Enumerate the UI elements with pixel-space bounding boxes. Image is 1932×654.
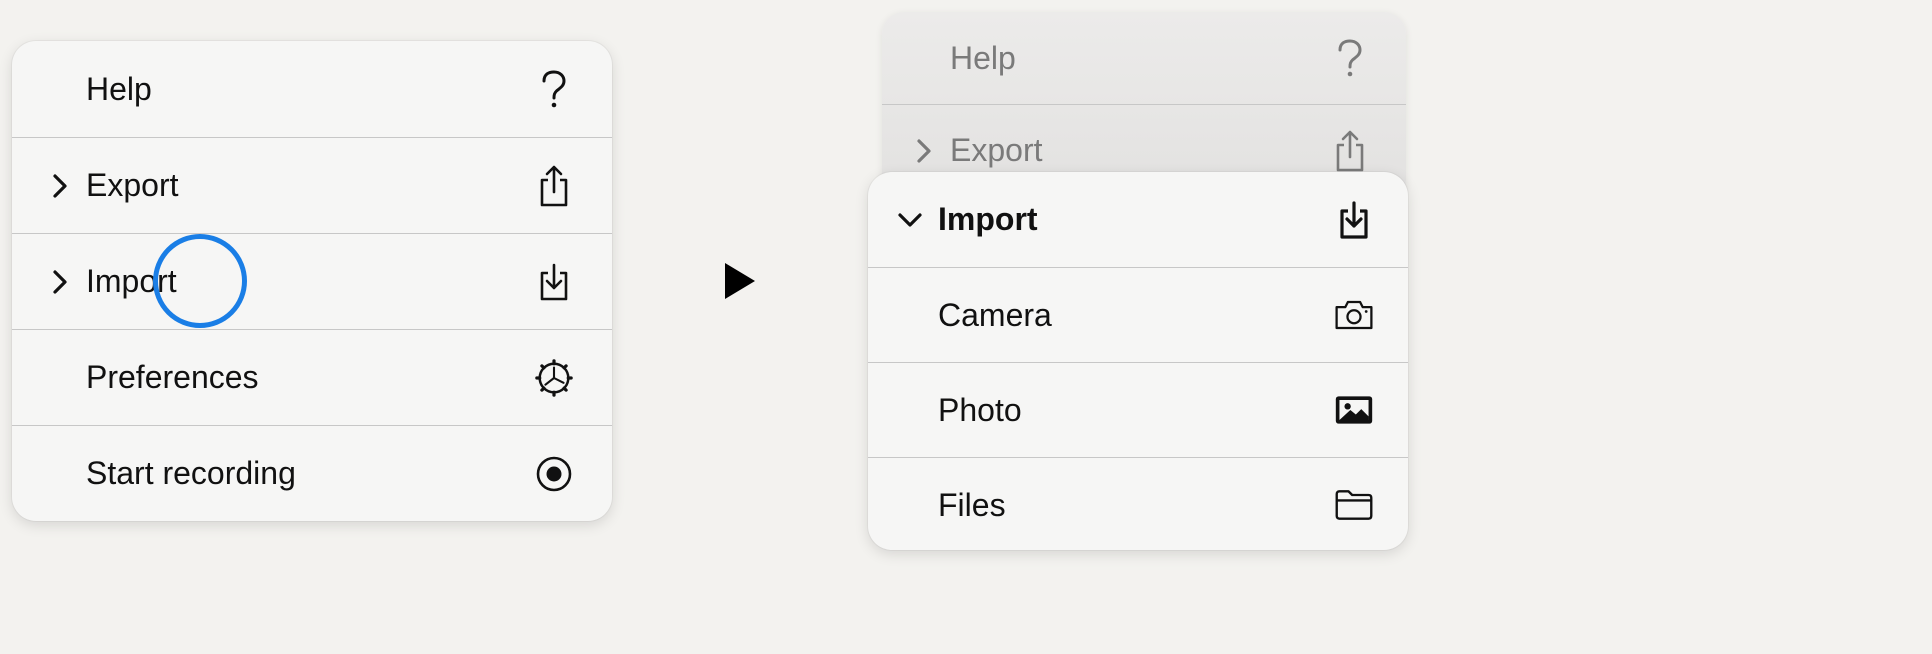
photo-icon [1334, 388, 1374, 432]
import-icon [1334, 198, 1374, 242]
menu-item-help[interactable]: Help [882, 12, 1406, 104]
import-submenu: Import Camera Photo Files [868, 172, 1408, 550]
submenu-header-label: Import [938, 201, 1038, 237]
context-menu: Help Export Import Preferences Start rec… [12, 41, 612, 521]
menu-item-label: Help [950, 39, 1016, 76]
play-arrow-icon [725, 263, 755, 299]
menu-item-export[interactable]: Export [12, 137, 612, 233]
import-icon [534, 260, 574, 304]
menu-item-label: Export [950, 132, 1043, 168]
menu-item-help[interactable]: Help [12, 41, 612, 137]
record-icon [534, 452, 574, 496]
menu-item-label: Preferences [86, 359, 259, 395]
menu-item-label: Start recording [86, 455, 296, 491]
submenu-header-import[interactable]: Import [868, 172, 1408, 267]
menu-item-preferences[interactable]: Preferences [12, 329, 612, 425]
chevron-down-icon [892, 202, 928, 238]
menu-item-label: Export [86, 167, 179, 203]
submenu-item-photo[interactable]: Photo [868, 362, 1408, 457]
chevron-right-icon [906, 133, 942, 169]
menu-item-import[interactable]: Import [12, 233, 612, 329]
gear-icon [534, 356, 574, 400]
share-icon [534, 164, 574, 208]
question-mark-icon [1330, 36, 1370, 80]
chevron-right-icon [42, 168, 78, 204]
tap-indicator [153, 234, 247, 328]
menu-item-label: Files [938, 486, 1006, 523]
submenu-item-camera[interactable]: Camera [868, 267, 1408, 362]
menu-item-label: Help [86, 70, 152, 107]
menu-item-label: Camera [938, 296, 1052, 333]
chevron-right-icon [42, 264, 78, 300]
camera-icon [1334, 293, 1374, 337]
share-icon [1330, 129, 1370, 173]
question-mark-icon [534, 67, 574, 111]
folder-icon [1334, 483, 1374, 527]
submenu-item-files[interactable]: Files [868, 457, 1408, 550]
menu-item-label: Photo [938, 391, 1022, 428]
menu-item-start-recording[interactable]: Start recording [12, 425, 612, 521]
